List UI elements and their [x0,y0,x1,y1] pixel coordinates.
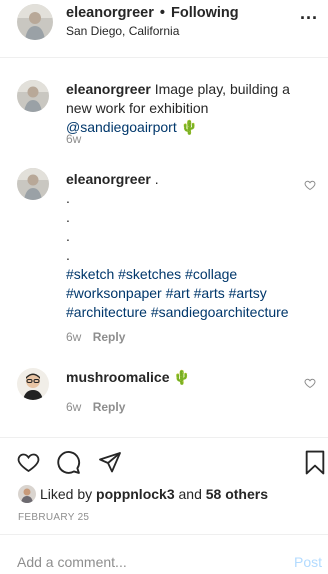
more-icon[interactable]: ... [300,4,318,22]
commenter-avatar[interactable] [17,80,49,112]
comment-item: eleanorgreer . . . . . #sketch #sketches… [0,168,328,348]
cactus-emoji: 🌵 [173,369,191,385]
following-button[interactable]: Following [171,5,239,21]
location-link[interactable]: San Diego, California [66,23,239,39]
reply-button[interactable]: Reply [93,400,126,414]
others-count-link[interactable]: 58 others [206,486,268,502]
section-divider [0,437,328,438]
post-header: eleanorgreer • Following San Diego, Cali… [0,0,328,58]
mention-link[interactable]: @sandiegoairport [66,119,177,135]
post-button[interactable]: Post [294,554,322,570]
comment-icon[interactable] [56,450,81,475]
hashtags-line[interactable]: #sketch #sketches #collage [66,265,316,284]
like-comment-heart-icon[interactable] [304,377,316,389]
comment-username[interactable]: mushroomalice [66,369,169,385]
bookmark-icon[interactable] [304,450,326,475]
heart-icon[interactable] [16,450,41,474]
post-date: FEBRUARY 25 [18,512,90,523]
comment-time: 6w [66,330,82,344]
section-divider [0,534,328,535]
author-avatar[interactable] [17,4,53,40]
author-username[interactable]: eleanorgreer [66,5,154,21]
liker-avatar[interactable] [18,485,36,503]
liker-username[interactable]: poppnlock3 [96,486,175,502]
reply-button[interactable]: Reply [93,330,126,344]
likes-summary: Liked by poppnlock3 and 58 others [18,484,268,504]
dot-line: . [66,209,70,225]
dot-line: . [66,228,70,244]
comment-text: . [154,171,159,187]
hashtags-line[interactable]: #worksonpaper #art #arts #artsy [66,284,316,303]
cactus-emoji: 🌵 [180,119,199,135]
dot-line: . [66,247,70,263]
comment-time: 6w [66,132,82,146]
caption-comment: eleanorgreer Image play, building a new … [0,80,328,160]
hashtags-line[interactable]: #architecture #sandiegoarchitecture [66,303,316,322]
liked-by-prefix: Liked by [40,486,93,502]
comment-username[interactable]: eleanorgreer [66,81,151,97]
commenter-avatar[interactable] [17,368,49,400]
separator-dot: • [159,5,165,21]
post-actions [16,450,328,476]
dot-line: . [66,190,70,206]
commenter-avatar[interactable] [17,168,49,200]
comment-input[interactable]: Add a comment... [17,554,127,570]
add-comment-bar: Add a comment... Post [0,546,328,574]
share-icon[interactable] [98,450,122,474]
comment-username[interactable]: eleanorgreer [66,171,151,187]
like-comment-heart-icon[interactable] [304,179,316,191]
likes-and: and [178,486,202,502]
comment-item: mushroomalice 🌵 6w Reply [0,366,328,420]
comment-time: 6w [66,400,82,414]
